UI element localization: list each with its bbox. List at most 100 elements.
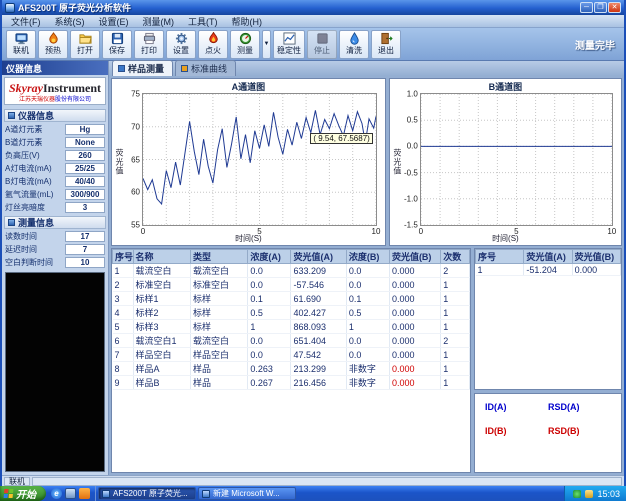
toolbar-button-label: 停止 (314, 45, 330, 56)
ie-icon[interactable]: e (51, 488, 62, 499)
chart-b-ylabel: 荧光值 (392, 149, 403, 176)
info-row: B道灯元素None (2, 136, 108, 149)
info-value: 300/900 (65, 189, 105, 200)
instrument-panel: 仪器信息 SkyrayInstrument 江苏天瑞仪器股份有限公司 仪器信息A… (2, 61, 109, 475)
info-row: 灯丝亮暗度3 (2, 201, 108, 214)
window-title: AFS200T 原子荧光分析软件 (18, 1, 580, 14)
column-header[interactable]: 荧光值(A) (291, 250, 346, 264)
info-row: 空白判断时间10 (2, 256, 108, 269)
group-header: 仪器信息 (4, 109, 106, 122)
settings-button[interactable]: 设置 (166, 30, 196, 59)
gear-icon (175, 32, 188, 45)
sample-table: 序号名称类型浓度(A)荧光值(A)浓度(B)荧光值(B)次数 1载流空白载流空白… (111, 248, 471, 473)
toolbar-button-label: 清洗 (346, 45, 362, 56)
taskbar: 开始 e AFS200T 原子荧光...新建 Microsoft W... 15… (0, 486, 626, 501)
chart-b-plot[interactable]: -1.5-1.0-0.50.00.51.00510 (420, 93, 613, 226)
exit-button[interactable]: 退出 (371, 30, 401, 59)
logo-subtitle-2: 股份有限公司 (55, 97, 91, 103)
table-row[interactable]: 9样品B样品0.267216.456非数字0.0001 (113, 376, 470, 390)
taskbar-task[interactable]: AFS200T 原子荧光... (98, 487, 196, 500)
measure-dropdown-button[interactable]: ▼ (262, 30, 271, 59)
clean-icon (348, 32, 361, 45)
stability-button[interactable]: 稳定性 (273, 30, 305, 59)
chart-b-title: B通道图 (390, 80, 621, 93)
measure-button[interactable]: 测量 (230, 30, 260, 59)
minimize-button[interactable]: ─ (580, 2, 593, 13)
tab-icon (118, 65, 125, 72)
chart-b-xlabel: 时间(S) (390, 233, 621, 244)
info-row: A灯电流(mA)25/25 (2, 162, 108, 175)
main-content: 仪器信息 SkyrayInstrument 江苏天瑞仪器股份有限公司 仪器信息A… (2, 61, 624, 475)
info-value: None (65, 137, 105, 148)
ignite-button[interactable]: 点火 (198, 30, 228, 59)
toolbar-button-label: 点火 (205, 45, 221, 56)
menu-help[interactable]: 帮助(H) (225, 15, 270, 27)
info-value: 3 (65, 202, 105, 213)
measure-status-text: 测量完毕 (575, 37, 620, 52)
status-bar: 联机 (2, 475, 624, 486)
info-value: 17 (65, 231, 105, 242)
media-icon[interactable] (79, 488, 90, 499)
menu-tools[interactable]: 工具(T) (181, 15, 225, 27)
column-header[interactable]: 浓度(A) (248, 250, 291, 264)
stat-label: ID(B) (485, 426, 548, 436)
system-tray: 15:03 (564, 486, 626, 501)
column-header[interactable]: 次数 (441, 250, 470, 264)
save-button[interactable]: 保存 (102, 30, 132, 59)
print-button[interactable]: 打印 (134, 30, 164, 59)
results-row: 序号名称类型浓度(A)荧光值(A)浓度(B)荧光值(B)次数 1载流空白载流空白… (109, 248, 624, 475)
close-button[interactable]: ✕ (608, 2, 621, 13)
table-row[interactable]: 4标样2标样0.5402.4270.50.0001 (113, 306, 470, 320)
volume-icon[interactable] (585, 490, 593, 498)
table-row[interactable]: 3标样1标样0.161.6900.10.0001 (113, 292, 470, 306)
column-header[interactable]: 荧光值(B) (572, 250, 620, 264)
column-header[interactable]: 序号 (476, 250, 524, 264)
toolbar-button-label: 保存 (109, 45, 125, 56)
y-tick-label: 55 (131, 221, 140, 230)
info-value: 40/40 (65, 176, 105, 187)
menu-system[interactable]: 系统(S) (48, 15, 92, 27)
table-row[interactable]: 1载流空白载流空白0.0633.2090.00.0002 (113, 264, 470, 278)
start-button[interactable]: 开始 (0, 486, 46, 501)
info-row: 延迟时间7 (2, 243, 108, 256)
quick-launch: e (46, 486, 96, 501)
stop-button: 停止 (307, 30, 337, 59)
y-tick-label: 0.5 (407, 116, 418, 125)
column-header[interactable]: 荧光值(A) (524, 250, 572, 264)
table-row[interactable]: 6载流空白1载流空白0.0651.4040.00.0002 (113, 334, 470, 348)
shield-icon[interactable] (573, 490, 581, 498)
table-row[interactable]: 7样品空白样品空白0.047.5420.00.0001 (113, 348, 470, 362)
tab-sample-measure[interactable]: 样品测量 (112, 60, 173, 76)
heat-icon (47, 32, 60, 45)
taskbar-task[interactable]: 新建 Microsoft W... (198, 487, 296, 500)
column-header[interactable]: 浓度(B) (346, 250, 389, 264)
connect-button[interactable]: 联机 (6, 30, 36, 59)
camera-view (5, 272, 105, 472)
menu-measure[interactable]: 测量(M) (136, 15, 182, 27)
y-tick-label: 65 (131, 155, 140, 164)
clean-button[interactable]: 清洗 (339, 30, 369, 59)
info-value: 7 (65, 244, 105, 255)
table-row[interactable]: 8样品A样品0.263213.299非数字0.0001 (113, 362, 470, 376)
column-header[interactable]: 名称 (133, 250, 190, 264)
stop-icon (316, 32, 329, 45)
application-window: AFS200T 原子荧光分析软件 ─ ❐ ✕ 文件(F)系统(S)设置(E)测量… (0, 0, 626, 501)
stat-label: RSD(B) (548, 426, 611, 436)
preheat-button[interactable]: 预热 (38, 30, 68, 59)
menu-file[interactable]: 文件(F) (4, 15, 48, 27)
table-row[interactable]: 2标准空白标准空白0.0-57.5460.00.0001 (113, 278, 470, 292)
y-tick-label: 0.0 (407, 142, 418, 151)
desktop-icon[interactable] (65, 488, 76, 499)
y-tick-label: 60 (131, 188, 140, 197)
chart-a-plot[interactable]: ( 9.54, 67.5687) 55606570750510 (142, 93, 377, 226)
open-button[interactable]: 打开 (70, 30, 100, 59)
table-row[interactable]: 5标样3标样1868.09310.0001 (113, 320, 470, 334)
column-header[interactable]: 序号 (113, 250, 134, 264)
table-row[interactable]: 1-51.2040.000 (476, 264, 621, 276)
group-icon (8, 219, 15, 226)
column-header[interactable]: 荧光值(B) (389, 250, 440, 264)
tab-standard-curve[interactable]: 标准曲线 (175, 60, 236, 76)
menu-settings[interactable]: 设置(E) (92, 15, 136, 27)
column-header[interactable]: 类型 (190, 250, 247, 264)
maximize-button[interactable]: ❐ (594, 2, 607, 13)
